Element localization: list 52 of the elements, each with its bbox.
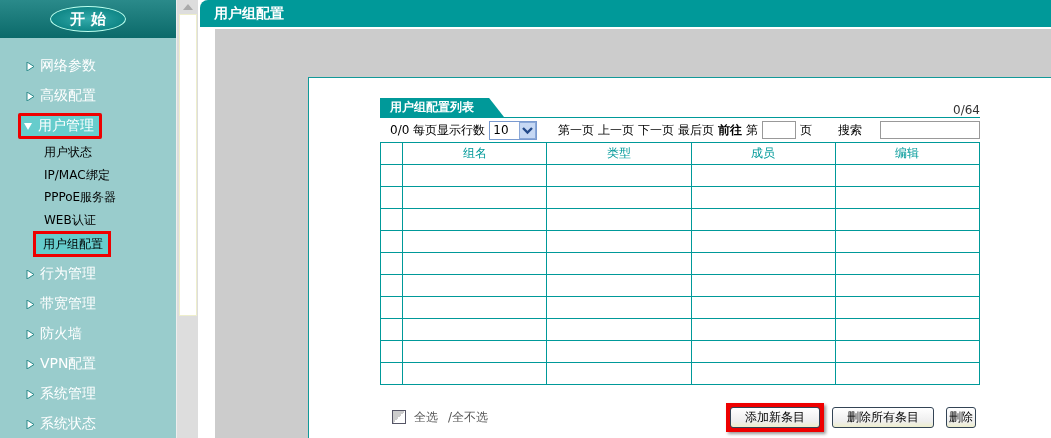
table-row[interactable] <box>380 186 980 209</box>
submenu-item[interactable]: PPPoE服务器 <box>0 186 176 209</box>
column-header: 编辑 <box>835 142 980 165</box>
select-all-checkbox[interactable] <box>392 410 406 424</box>
triangle-right-icon <box>26 299 34 309</box>
table-row[interactable] <box>380 164 980 187</box>
select-none-link[interactable]: /全不选 <box>448 408 489 426</box>
submenu-item[interactable]: 用户状态 <box>0 141 176 164</box>
action-button[interactable]: 删除所有条目 <box>832 406 934 428</box>
rows-per-page-label: 每页显示行数 <box>413 121 486 139</box>
record-count: 0/0 <box>390 123 410 137</box>
table-row[interactable] <box>380 318 980 341</box>
column-header: 类型 <box>546 142 691 165</box>
table-row[interactable] <box>380 362 980 385</box>
column-header: 组名 <box>402 142 547 165</box>
pager-link[interactable]: 下一页 <box>638 121 674 139</box>
dropdown-icon[interactable] <box>519 121 537 139</box>
scrollbar[interactable] <box>176 0 198 438</box>
triangle-right-icon <box>26 329 34 339</box>
capacity-count: 0/64 <box>953 103 980 117</box>
submenu-item[interactable]: IP/MAC绑定 <box>0 163 176 186</box>
triangle-down-icon <box>24 121 32 131</box>
triangle-right-icon <box>26 61 34 71</box>
goto-label: 前往 <box>718 121 742 139</box>
list-title: 用户组配置列表 <box>380 98 504 117</box>
search-label: 搜索 <box>838 121 862 139</box>
triangle-right-icon <box>26 419 34 429</box>
pager-link[interactable]: 上一页 <box>598 121 634 139</box>
page-number-field[interactable] <box>762 121 796 139</box>
search-field[interactable] <box>880 121 980 139</box>
triangle-right-icon <box>26 389 34 399</box>
page-title: 用户组配置 <box>214 4 284 23</box>
pager-link[interactable]: 第一页 <box>558 121 594 139</box>
submenu-item[interactable]: WEB认证 <box>0 208 176 231</box>
pager-link[interactable]: 最后页 <box>678 121 714 139</box>
table-row[interactable] <box>380 274 980 297</box>
table-row[interactable] <box>380 208 980 231</box>
action-button[interactable]: 删除 <box>946 406 976 428</box>
column-header: 成员 <box>691 142 836 165</box>
page-suffix: 页 <box>800 121 812 139</box>
table-row[interactable] <box>380 252 980 275</box>
page-prefix: 第 <box>746 121 758 139</box>
triangle-right-icon <box>26 359 34 369</box>
submenu-item[interactable]: 用户组配置 <box>33 231 111 257</box>
table-row[interactable] <box>380 340 980 363</box>
action-button[interactable]: 添加新条目 <box>730 406 820 428</box>
select-all-link[interactable]: 全选 <box>414 408 438 426</box>
triangle-right-icon <box>26 91 34 101</box>
table-row[interactable] <box>380 296 980 319</box>
rows-per-page-select[interactable]: 10 <box>489 120 538 140</box>
triangle-right-icon <box>26 269 34 279</box>
table-row[interactable] <box>380 230 980 253</box>
